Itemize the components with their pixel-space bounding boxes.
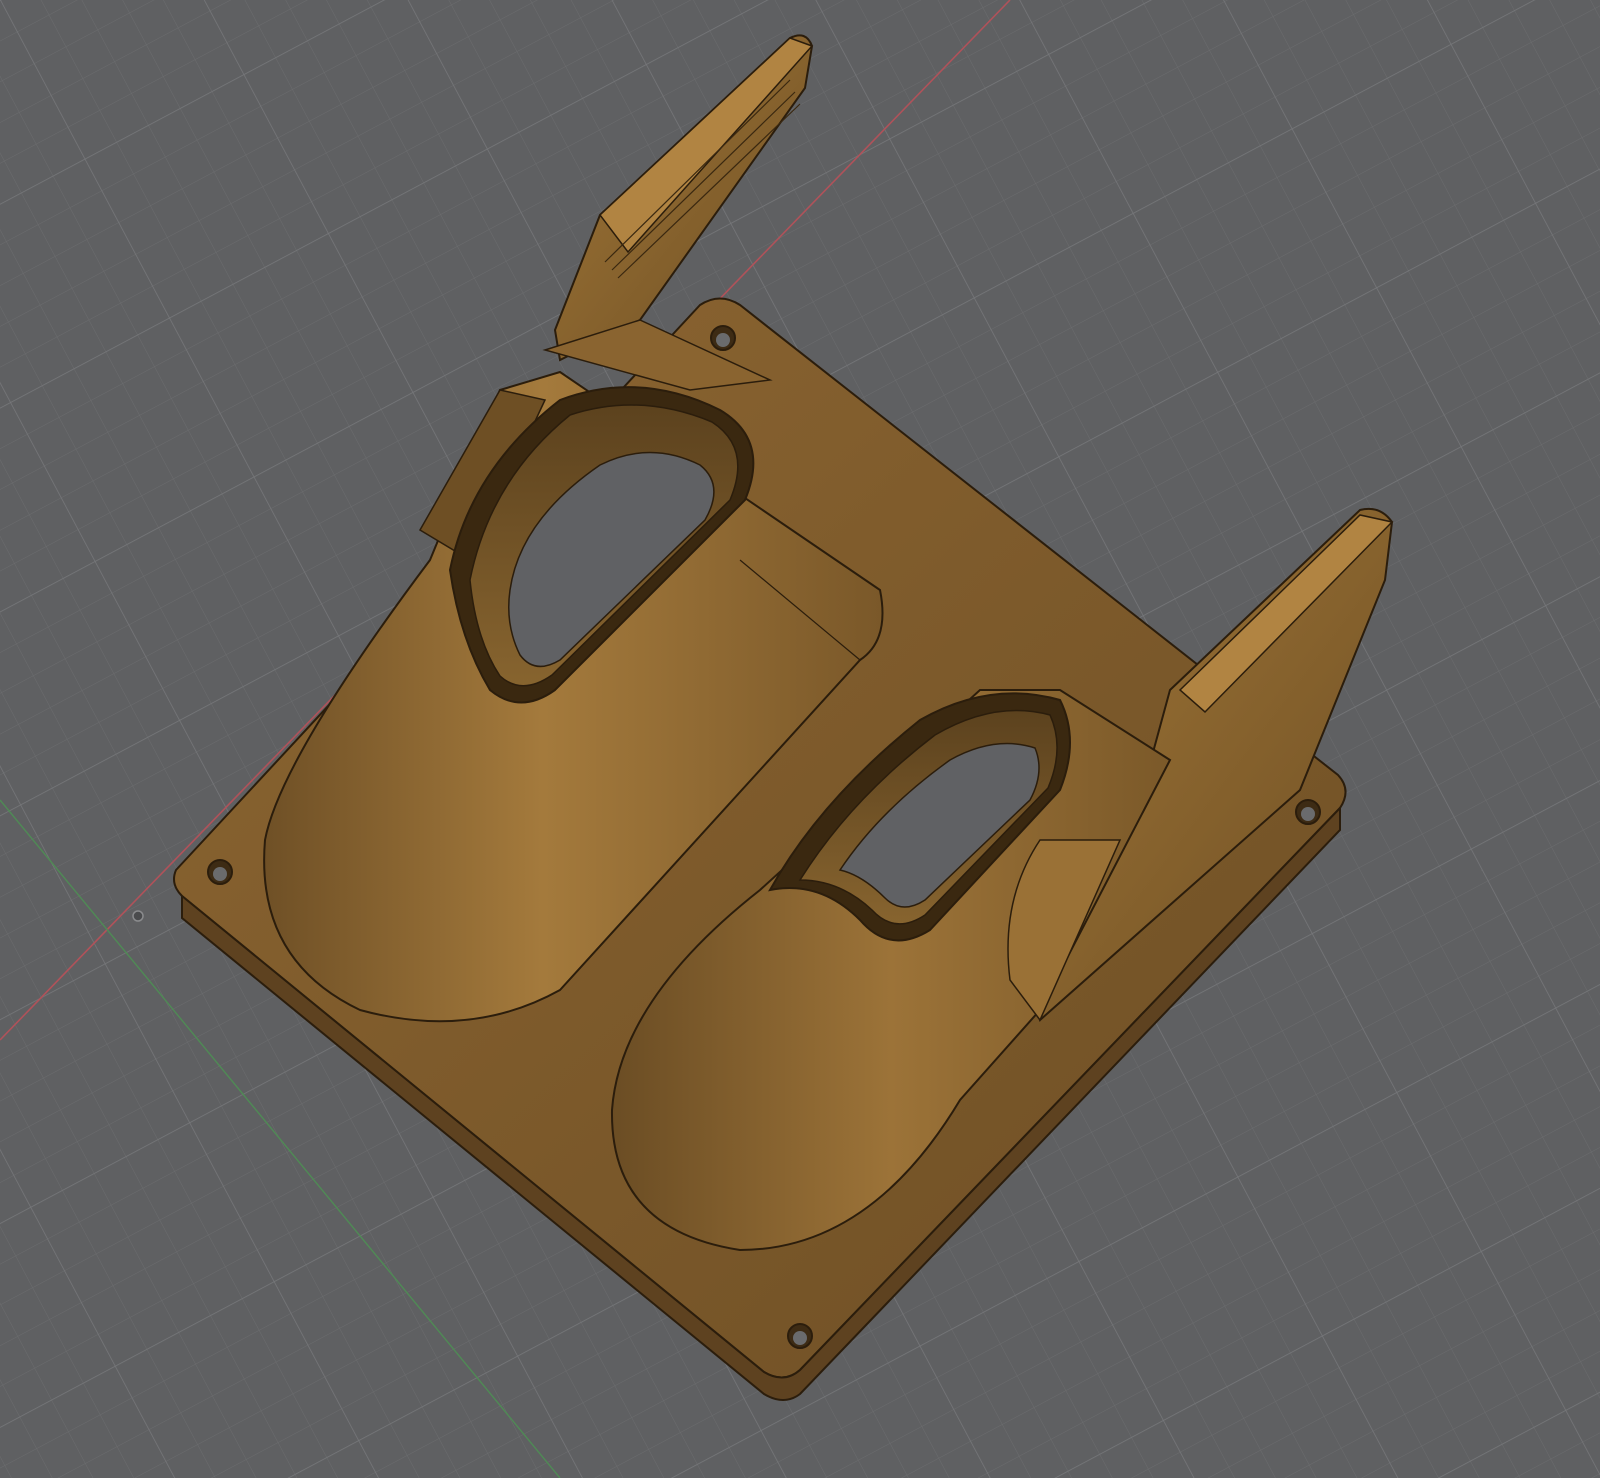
mounting-hole-icon[interactable]: [207, 859, 233, 885]
origin-point-icon[interactable]: [132, 910, 144, 922]
model-canvas[interactable]: [0, 0, 1600, 1478]
mounting-hole-icon[interactable]: [1295, 799, 1321, 825]
mounting-hole-icon[interactable]: [710, 325, 736, 351]
3d-viewport[interactable]: [0, 0, 1600, 1478]
mounting-hole-icon[interactable]: [787, 1323, 813, 1349]
